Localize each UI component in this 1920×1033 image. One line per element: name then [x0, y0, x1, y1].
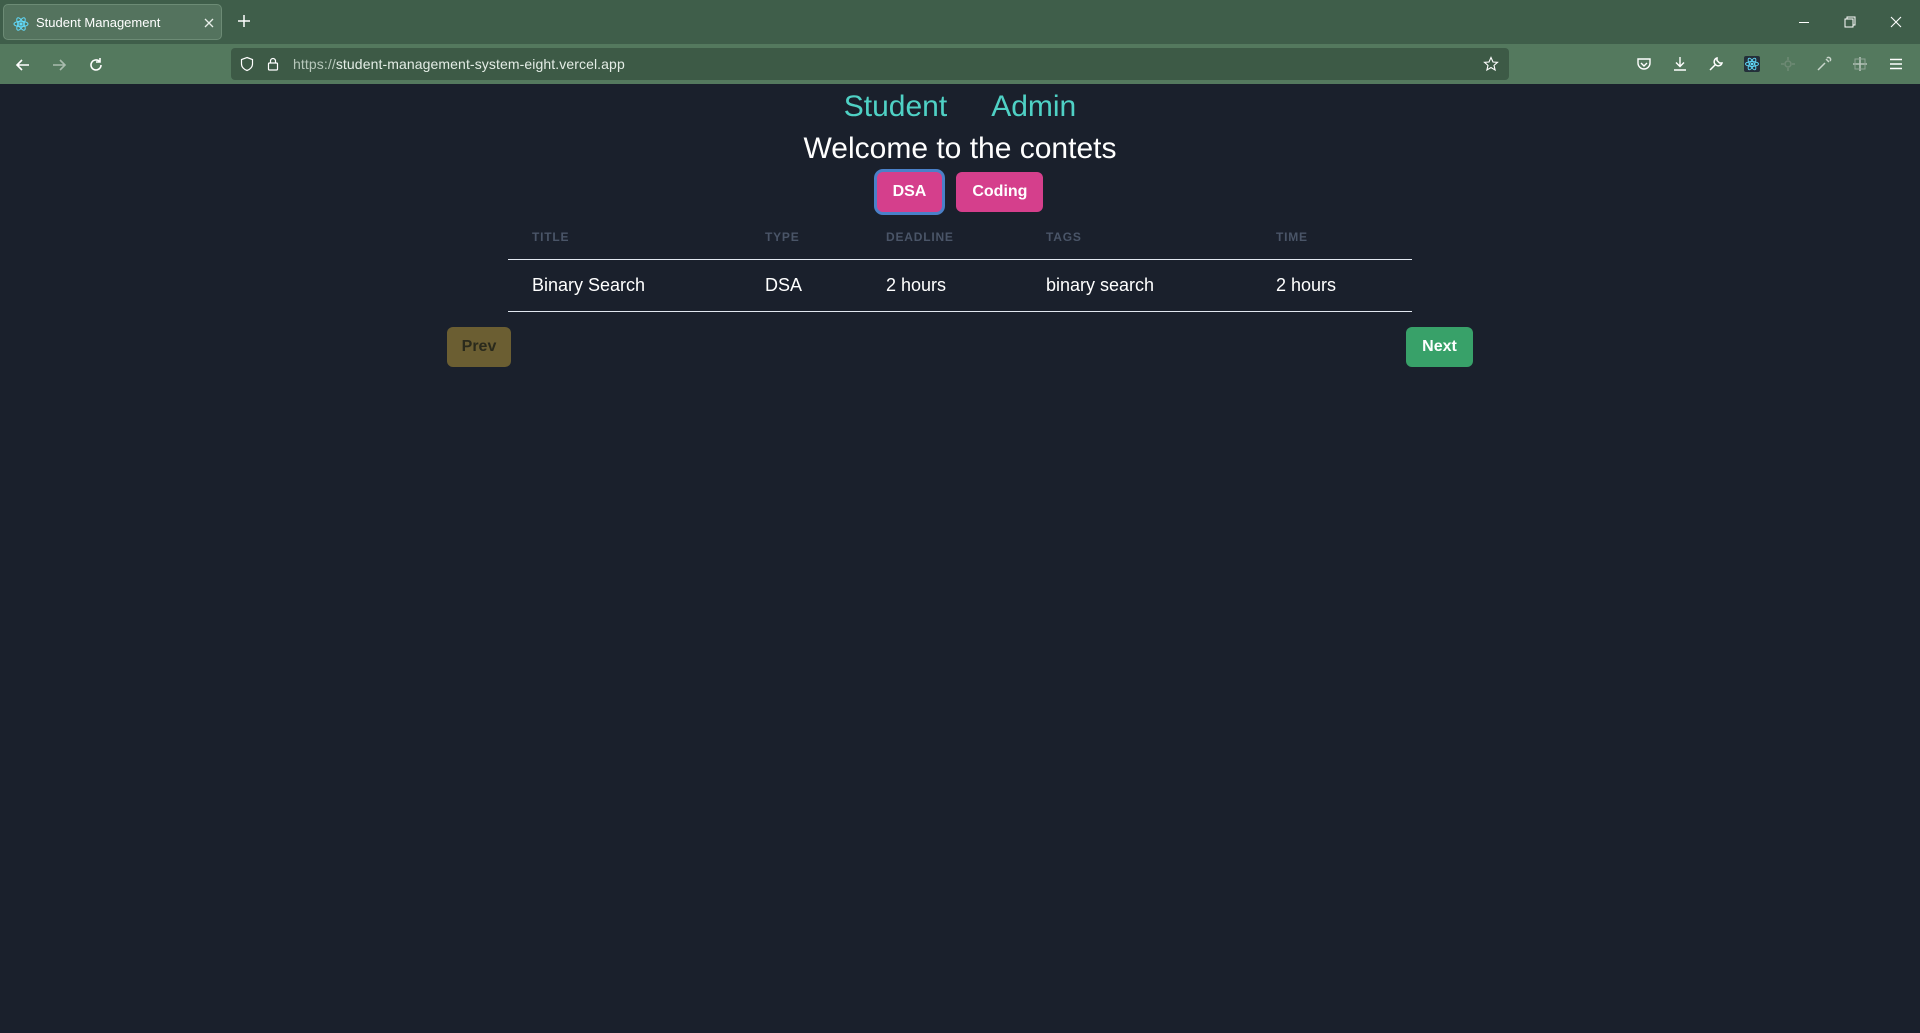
cell-title: Binary Search	[508, 259, 741, 312]
url-protocol: https://	[293, 56, 336, 72]
react-icon	[13, 17, 29, 31]
back-icon[interactable]	[14, 56, 32, 74]
react-devtools-icon[interactable]	[1743, 55, 1761, 73]
lock-icon[interactable]	[265, 56, 281, 72]
contest-type-filter: DSA Coding	[0, 172, 1920, 212]
browser-tab-bar: Student Management	[0, 0, 1920, 44]
close-window-icon[interactable]	[1888, 14, 1904, 30]
shield-icon[interactable]	[239, 56, 255, 72]
next-button[interactable]: Next	[1406, 327, 1473, 367]
coding-button[interactable]: Coding	[956, 172, 1044, 212]
url-text[interactable]: https://student-management-system-eight.…	[293, 56, 625, 72]
table-header-row: Title Type Deadline Tags Time	[508, 215, 1412, 260]
contests-table: Title Type Deadline Tags Time Binary Sea…	[508, 215, 1412, 312]
nav-link-student[interactable]: Student	[844, 90, 947, 124]
prev-button[interactable]: Prev	[447, 327, 511, 367]
new-tab-icon[interactable]	[236, 13, 252, 29]
eyedropper-icon[interactable]	[1815, 55, 1833, 73]
forward-icon[interactable]	[50, 56, 68, 74]
cell-deadline: 2 hours	[862, 259, 1022, 312]
cell-time: 2 hours	[1252, 259, 1412, 312]
column-header-deadline: Deadline	[862, 215, 1022, 260]
pocket-icon[interactable]	[1635, 55, 1653, 73]
dsa-button[interactable]: DSA	[876, 172, 943, 212]
minimize-icon[interactable]	[1796, 14, 1812, 30]
column-header-tags: Tags	[1022, 215, 1252, 260]
page-title: Welcome to the contets	[803, 132, 1117, 165]
url-host: student-management-system-eight.vercel.a…	[335, 56, 625, 72]
column-header-time: Time	[1252, 215, 1412, 260]
url-bar[interactable]: https://student-management-system-eight.…	[231, 48, 1509, 80]
column-header-type: Type	[741, 215, 862, 260]
table-row: Binary Search DSA 2 hours binary search …	[508, 259, 1412, 312]
browser-nav-bar: https://student-management-system-eight.…	[0, 44, 1920, 84]
wrench-icon[interactable]	[1707, 55, 1725, 73]
page-content: Student Admin Welcome to the contets DSA…	[0, 84, 1920, 1033]
column-header-title: Title	[508, 215, 741, 260]
hamburger-menu-icon[interactable]	[1887, 55, 1905, 73]
grid-extension-icon[interactable]	[1851, 55, 1869, 73]
top-nav: Student Admin	[0, 90, 1920, 124]
cell-type: DSA	[741, 259, 862, 312]
downloads-icon[interactable]	[1671, 55, 1689, 73]
cell-tags: binary search	[1022, 259, 1252, 312]
close-tab-icon[interactable]	[202, 16, 216, 30]
nav-link-admin[interactable]: Admin	[991, 90, 1076, 124]
extension-gear-icon[interactable]	[1779, 55, 1797, 73]
reload-icon[interactable]	[87, 56, 105, 74]
browser-tab[interactable]: Student Management	[3, 4, 222, 40]
tab-title: Student Management	[36, 15, 161, 30]
bookmark-star-icon[interactable]	[1483, 56, 1499, 72]
restore-icon[interactable]	[1842, 14, 1858, 30]
